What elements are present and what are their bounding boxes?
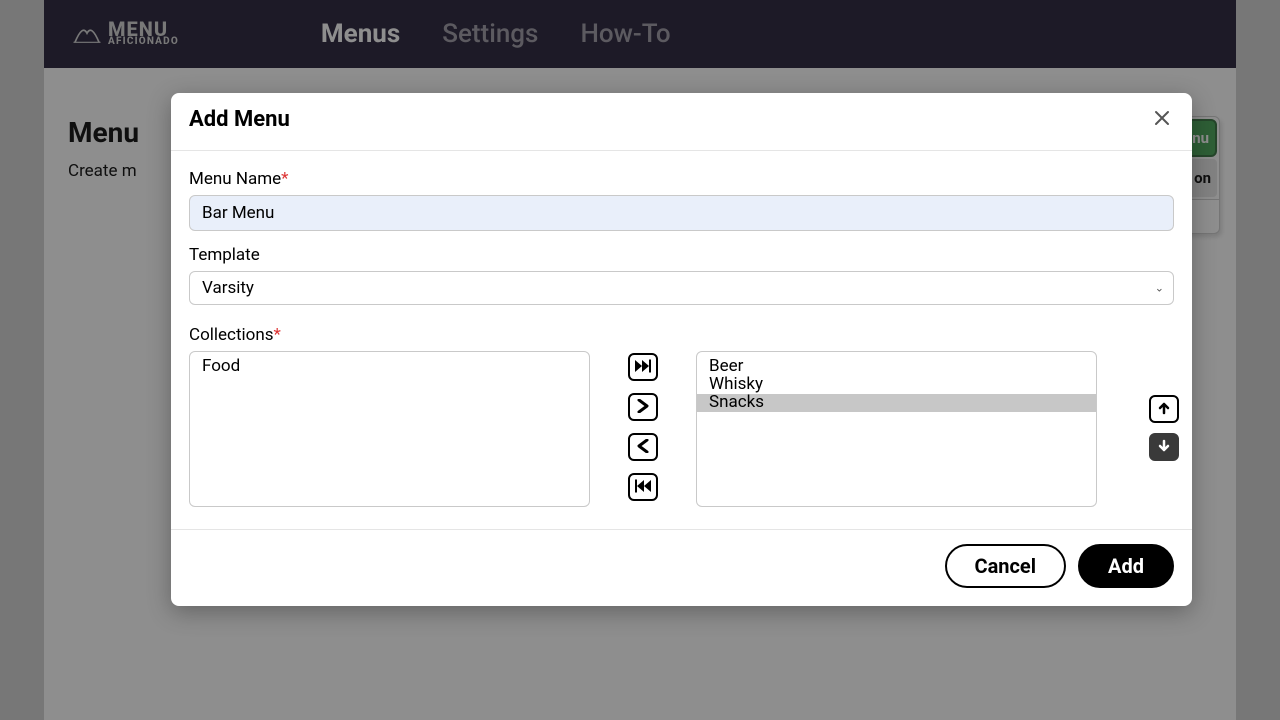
list-item[interactable]: Whisky xyxy=(707,376,1086,394)
available-collections-listbox[interactable]: Food xyxy=(189,351,590,507)
template-select[interactable]: Varsity xyxy=(189,271,1174,305)
list-item[interactable]: Beer xyxy=(707,358,1086,376)
skip-forward-icon xyxy=(634,358,652,377)
modal-footer: Cancel Add xyxy=(171,529,1192,606)
move-down-button[interactable] xyxy=(1149,433,1179,461)
modal-overlay: Add Menu Menu Name* Template Varsity xyxy=(44,0,1236,720)
order-buttons xyxy=(1149,351,1179,461)
required-asterisk: * xyxy=(274,325,281,345)
arrow-up-icon xyxy=(1157,400,1171,419)
list-item[interactable]: Snacks xyxy=(697,394,1096,412)
close-icon xyxy=(1153,109,1171,131)
menu-name-input[interactable] xyxy=(189,195,1174,231)
arrow-down-icon xyxy=(1157,438,1171,457)
modal-title: Add Menu xyxy=(189,107,290,132)
chevron-left-icon xyxy=(637,438,649,457)
move-left-button[interactable] xyxy=(628,433,658,461)
selected-collections-listbox[interactable]: BeerWhiskySnacks xyxy=(696,351,1097,507)
template-label: Template xyxy=(189,245,1174,265)
list-item[interactable]: Food xyxy=(200,358,579,376)
move-all-left-button[interactable] xyxy=(628,473,658,501)
collections-label: Collections* xyxy=(189,325,1174,345)
move-all-right-button[interactable] xyxy=(628,353,658,381)
required-asterisk: * xyxy=(281,169,288,189)
menu-name-label: Menu Name* xyxy=(189,169,1174,189)
move-up-button[interactable] xyxy=(1149,395,1179,423)
close-button[interactable] xyxy=(1150,108,1174,132)
modal-header: Add Menu xyxy=(171,93,1192,151)
cancel-button[interactable]: Cancel xyxy=(945,544,1067,588)
transfer-buttons xyxy=(628,351,658,501)
chevron-right-icon xyxy=(637,398,649,417)
modal-body: Menu Name* Template Varsity ⌄ Collection… xyxy=(171,151,1192,529)
skip-backward-icon xyxy=(634,478,652,497)
move-right-button[interactable] xyxy=(628,393,658,421)
add-menu-modal: Add Menu Menu Name* Template Varsity xyxy=(171,93,1192,606)
collections-dual-list: Food xyxy=(189,351,1174,507)
add-button[interactable]: Add xyxy=(1078,544,1174,588)
